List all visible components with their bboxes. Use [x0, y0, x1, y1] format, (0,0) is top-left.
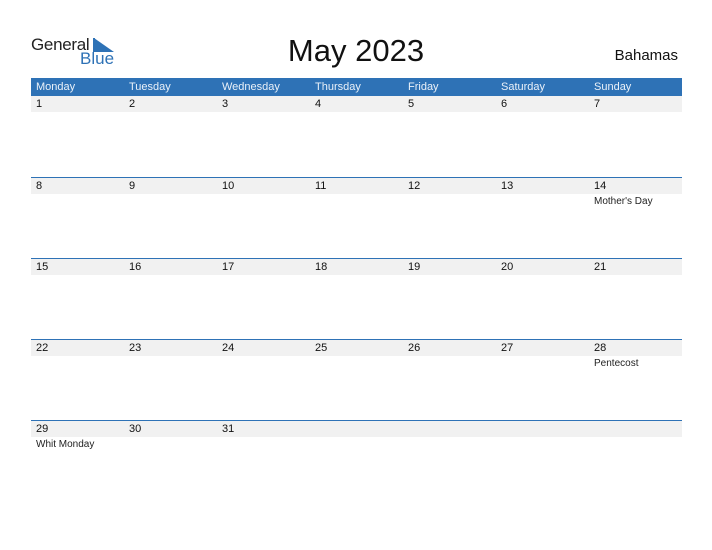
weekday-saturday: Saturday [501, 81, 546, 93]
holiday-label [496, 275, 589, 276]
holiday-label [217, 275, 310, 276]
holiday-label [217, 112, 310, 113]
calendar-title: May 2023 [287, 33, 425, 68]
holiday-label [403, 194, 496, 208]
weekday-tuesday: Tuesday [129, 81, 171, 93]
day-number: 13 [501, 180, 514, 192]
holiday-label [310, 194, 403, 208]
holiday-label [31, 194, 124, 208]
day-number: 17 [222, 261, 235, 273]
holiday-label [310, 437, 403, 451]
day-number [589, 421, 682, 437]
date-band: 1 2 3 4 5 6 7 [31, 96, 682, 112]
day-number: 20 [501, 261, 514, 273]
week-row: 1 2 3 4 5 6 7 [31, 96, 682, 177]
day-number: 6 [501, 98, 508, 110]
day-number: 14 [594, 180, 607, 192]
day-number: 21 [594, 261, 607, 273]
day-number: 1 [36, 98, 43, 110]
day-number: 10 [222, 180, 235, 192]
holiday-label [589, 275, 682, 276]
holiday-label: Pentecost [594, 358, 639, 369]
events-row: Pentecost [31, 356, 682, 370]
holiday-label [496, 112, 589, 113]
holiday-label [31, 275, 124, 276]
day-number: 25 [315, 342, 328, 354]
day-number: 9 [129, 180, 136, 192]
day-number: 27 [501, 342, 514, 354]
events-row [31, 275, 682, 276]
day-number: 16 [129, 261, 142, 273]
day-number: 18 [315, 261, 328, 273]
holiday-label [496, 194, 589, 208]
holiday-label [124, 112, 217, 113]
day-number: 30 [129, 423, 142, 435]
day-number: 4 [315, 98, 322, 110]
events-row: Mother's Day [31, 194, 682, 208]
day-number [310, 421, 403, 437]
day-number: 31 [222, 423, 235, 435]
week-row: 29 30 31 Whit Monday [31, 420, 682, 501]
date-band: 29 30 31 [31, 421, 682, 437]
weekday-monday: Monday [36, 81, 76, 93]
events-row [31, 112, 682, 113]
date-band: 15 16 17 18 19 20 21 [31, 259, 682, 275]
holiday-label [310, 356, 403, 370]
weekday-sunday: Sunday [594, 81, 632, 93]
day-number: 8 [36, 180, 43, 192]
holiday-label [124, 194, 217, 208]
day-number [496, 421, 589, 437]
day-number: 19 [408, 261, 421, 273]
weekday-header: Monday Tuesday Wednesday Thursday Friday… [31, 78, 682, 96]
weekday-friday: Friday [408, 81, 439, 93]
day-number: 11 [315, 180, 327, 192]
date-band: 22 23 24 25 26 27 28 [31, 340, 682, 356]
day-number: 7 [594, 98, 601, 110]
day-number: 23 [129, 342, 142, 354]
holiday-label [403, 275, 496, 276]
holiday-label: Whit Monday [36, 439, 95, 450]
holiday-label [310, 112, 403, 113]
holiday-label [124, 437, 217, 451]
day-number: 3 [222, 98, 229, 110]
events-row: Whit Monday [31, 437, 682, 451]
holiday-label [217, 194, 310, 208]
day-number: 12 [408, 180, 421, 192]
weeks-container: 1 2 3 4 5 6 7 8 9 10 11 12 13 14 Mother's Day 15 16 17 18 1… [31, 96, 682, 501]
week-row: 8 9 10 11 12 13 14 Mother's Day [31, 177, 682, 258]
day-number: 22 [36, 342, 49, 354]
country-label: Bahamas [614, 47, 678, 64]
weekday-thursday: Thursday [315, 81, 361, 93]
day-number: 5 [408, 98, 415, 110]
holiday-label [31, 356, 124, 370]
calendar-grid: Monday Tuesday Wednesday Thursday Friday… [31, 78, 682, 501]
day-number: 29 [36, 423, 49, 435]
day-number: 24 [222, 342, 235, 354]
holiday-label [589, 112, 682, 113]
holiday-label [403, 112, 496, 113]
holiday-label [124, 356, 217, 370]
day-number: 2 [129, 98, 136, 110]
week-row: 15 16 17 18 19 20 21 [31, 258, 682, 339]
holiday-label [217, 437, 310, 451]
day-number [403, 421, 496, 437]
holiday-label [496, 356, 589, 370]
weekday-wednesday: Wednesday [222, 81, 280, 93]
holiday-label: Mother's Day [594, 196, 653, 207]
day-number: 26 [408, 342, 421, 354]
holiday-label [310, 275, 403, 276]
date-band: 8 9 10 11 12 13 14 [31, 178, 682, 194]
week-row: 22 23 24 25 26 27 28 Pentecost [31, 339, 682, 420]
day-number: 15 [36, 261, 49, 273]
holiday-label [403, 437, 496, 451]
holiday-label [31, 112, 124, 113]
holiday-label [217, 356, 310, 370]
holiday-label [403, 356, 496, 370]
holiday-label [589, 437, 682, 451]
day-number: 28 [594, 342, 607, 354]
holiday-label [124, 275, 217, 276]
holiday-label [496, 437, 589, 451]
